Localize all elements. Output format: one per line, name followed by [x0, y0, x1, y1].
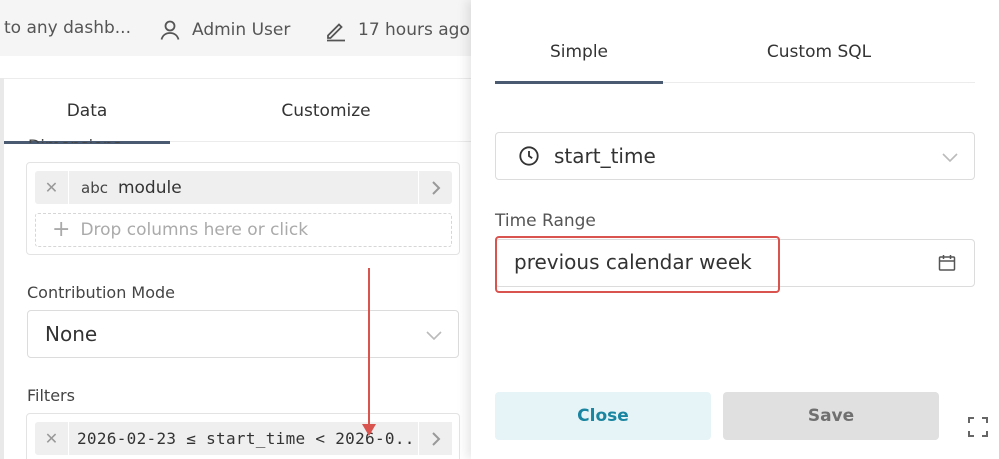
time-column-select[interactable]: start_time — [495, 132, 975, 180]
dimensions-label: Dimensions — [28, 137, 121, 143]
owner-meta: Admin User — [158, 18, 290, 42]
popover-tabs: Simple Custom SQL — [495, 20, 975, 84]
save-button[interactable]: Save — [723, 392, 939, 440]
tab-customize[interactable]: Customize — [170, 79, 482, 143]
tab-simple[interactable]: Simple — [495, 20, 663, 84]
dashboards-link[interactable]: to any dashb... — [4, 18, 131, 38]
dashboards-text: to any dashb... — [4, 18, 131, 38]
modified-time: 17 hours ago — [358, 20, 470, 40]
edit-pencil-icon — [327, 23, 345, 42]
modified-meta: 17 hours ago — [324, 18, 470, 42]
clock-icon — [519, 146, 539, 166]
contribution-mode-value: None — [45, 322, 98, 346]
tab-custom-sql[interactable]: Custom SQL — [663, 20, 975, 83]
remove-filter-icon[interactable]: ✕ — [35, 422, 69, 455]
filter-pill[interactable]: ✕ 2026-02-23 ≤ start_time < 2026-0... — [35, 422, 452, 455]
tab-data[interactable]: Data — [4, 79, 170, 144]
fullscreen-icon[interactable] — [967, 416, 989, 438]
chevron-down-icon — [426, 322, 442, 346]
chevron-down-icon — [942, 144, 958, 168]
contribution-mode-label: Contribution Mode — [27, 283, 176, 302]
remove-dimension-icon[interactable]: ✕ — [35, 171, 69, 204]
chevron-right-icon[interactable] — [418, 171, 452, 204]
dimension-column: module — [117, 177, 182, 198]
time-column-value: start_time — [554, 144, 656, 168]
string-type-icon: abc — [81, 178, 108, 197]
time-range-value: previous calendar week — [514, 250, 752, 274]
plus-icon: + — [52, 217, 71, 242]
dimension-dropzone[interactable]: + Drop columns here or click — [35, 213, 452, 247]
annotation-arrow-head — [362, 424, 376, 436]
user-icon — [160, 20, 180, 40]
owner-name: Admin User — [192, 20, 291, 40]
contribution-mode-select[interactable]: None — [27, 310, 459, 358]
time-range-label: Time Range — [495, 211, 596, 231]
chevron-right-icon[interactable] — [418, 422, 452, 455]
filters-label: Filters — [27, 386, 75, 405]
close-button[interactable]: Close — [495, 392, 711, 440]
editor-tabs: Data Customize — [4, 78, 472, 144]
time-range-popover: Simple Custom SQL start_time Time Range … — [471, 0, 999, 459]
dimension-pill[interactable]: ✕ abc module — [35, 171, 452, 204]
calendar-icon[interactable] — [937, 253, 957, 273]
annotation-arrow-line — [368, 268, 370, 428]
dropzone-text: Drop columns here or click — [80, 220, 309, 240]
